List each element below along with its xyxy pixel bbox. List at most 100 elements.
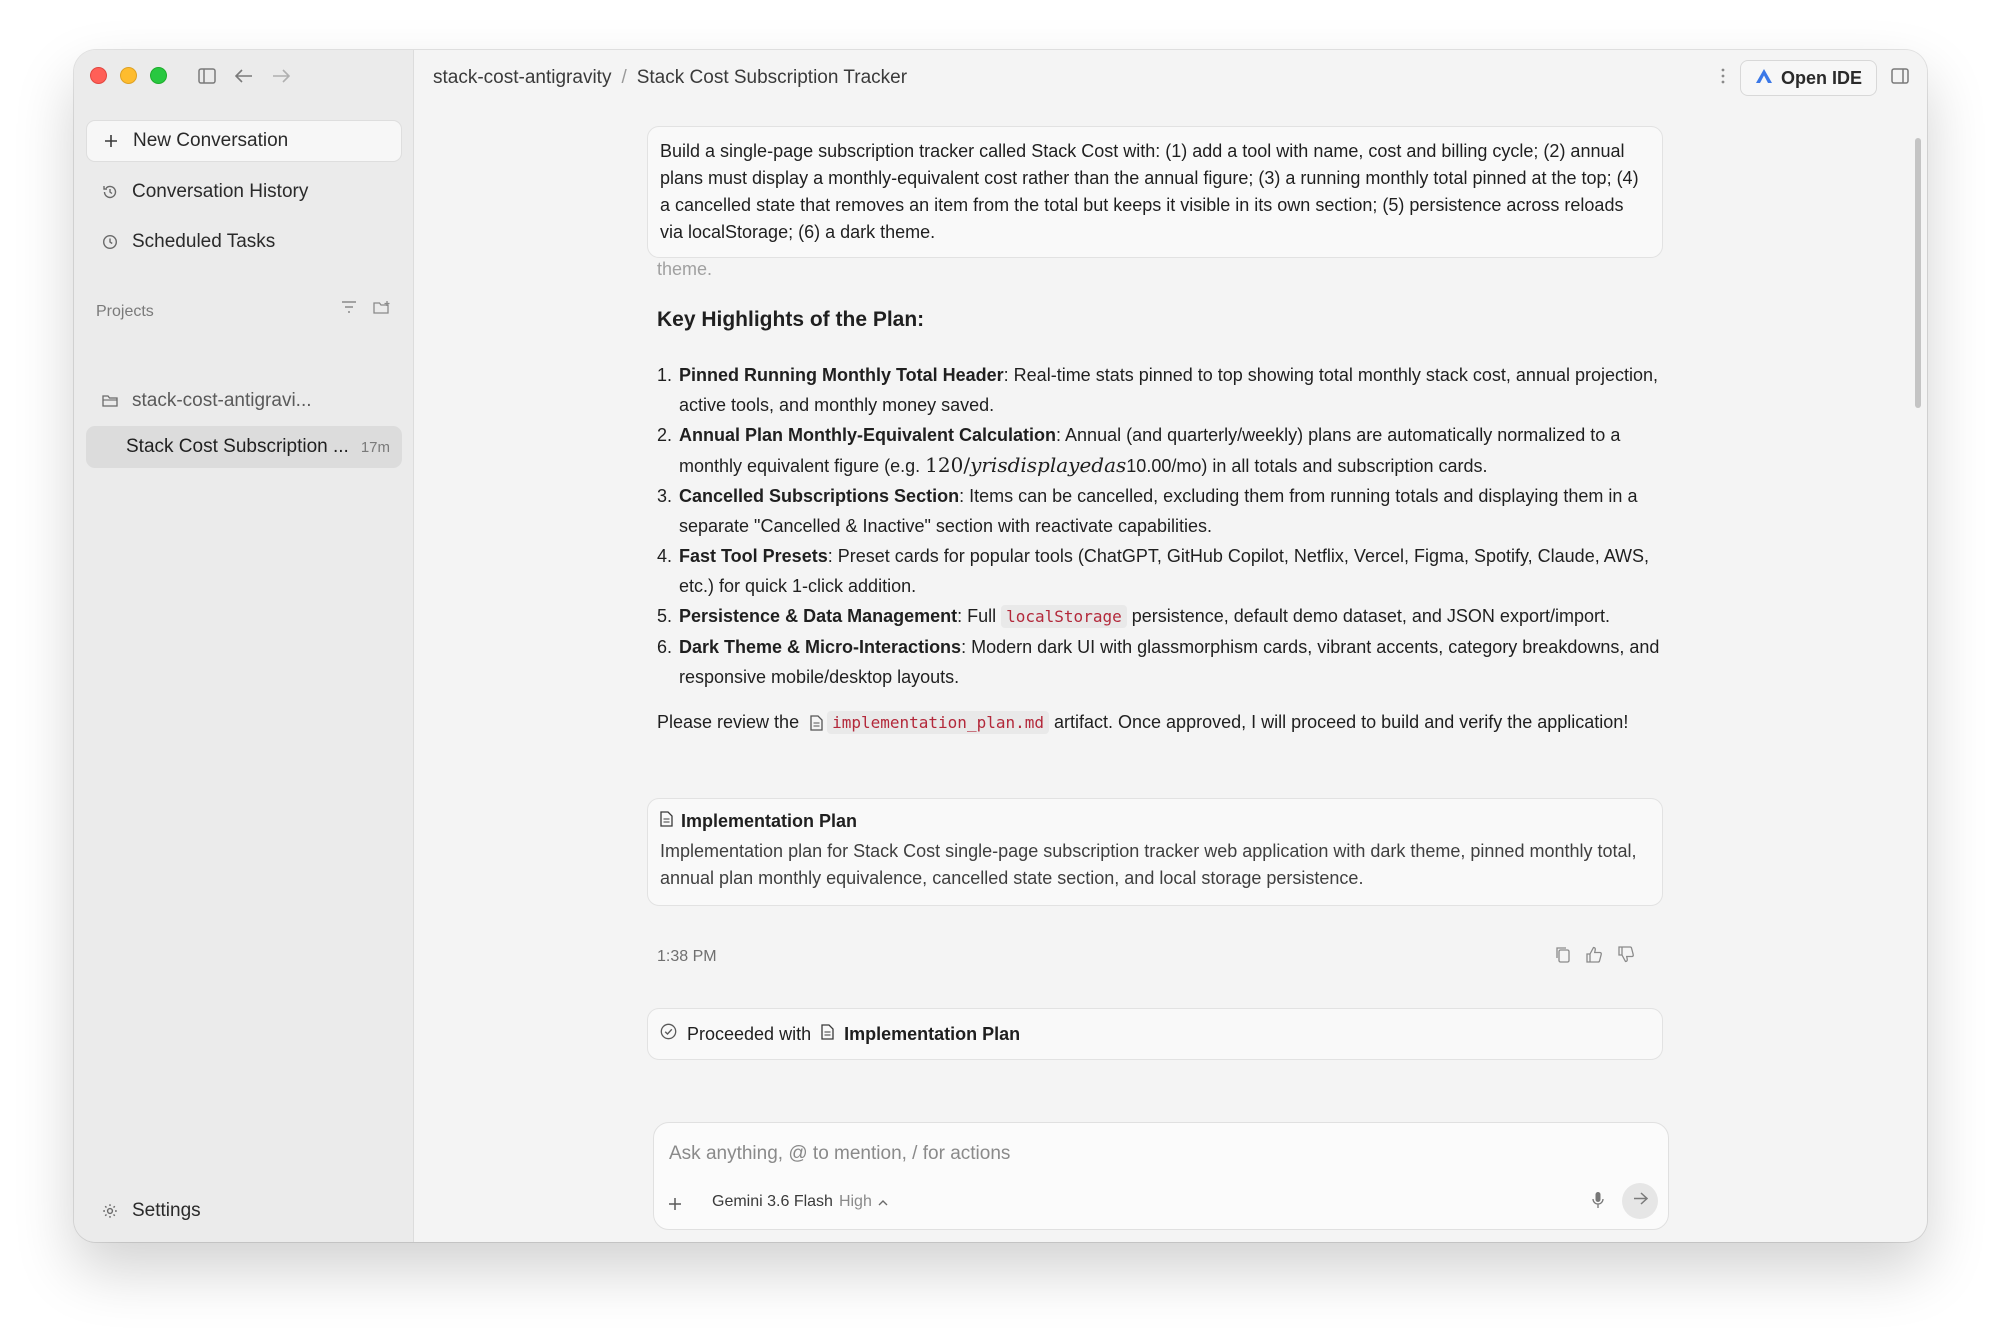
list-item: 6. Dark Theme & Micro-Interactions: Mode… [657,632,1663,692]
breadcrumb-separator: / [621,67,627,88]
review-text: Please review the [657,712,805,732]
list-item-title: Cancelled Subscriptions Section [679,486,960,506]
math-inline: 120/yrisdisplayedas [925,453,1127,477]
clock-icon [100,232,120,252]
artifact-card[interactable]: Implementation Plan Implementation plan … [647,798,1663,906]
open-ide-label: Open IDE [1780,67,1862,88]
app-window: New Conversation Conversation History Sc… [74,50,1927,1242]
proceeded-status: Proceeded with Implementation Plan [647,1008,1663,1060]
breadcrumb: stack-cost-antigravity / Stack Cost Subs… [433,67,907,89]
history-icon [100,182,120,202]
new-folder-icon[interactable] [373,300,391,320]
model-level: High [838,1193,872,1210]
sidebar-item-label: Conversation History [132,181,309,202]
open-ide-button[interactable]: Open IDE [1739,60,1877,96]
conversation-title: Stack Cost Subscription ... [126,436,349,457]
conversation-age: 17m [360,438,390,456]
scrollbar-thumb[interactable] [1915,138,1921,408]
settings-label: Settings [132,1200,201,1221]
user-message: Build a single-page subscription tracker… [647,126,1663,258]
minimize-window-button[interactable] [120,67,137,84]
send-button[interactable] [1622,1183,1658,1219]
list-item-title: Annual Plan Monthly-Equivalent Calculati… [679,425,1057,445]
list-number: 3. [657,486,673,506]
list-item: 4. Fast Tool Presets: Preset cards for p… [657,541,1663,601]
list-item-text: : Full [957,606,1002,626]
list-item: 2. Annual Plan Monthly-Equivalent Calcul… [657,420,1663,481]
artifact-description: Implementation plan for Stack Cost singl… [660,841,1637,888]
sidebar-toggle-icon[interactable] [195,64,219,88]
project-folder-item[interactable]: stack-cost-antigravi... [86,380,402,422]
breadcrumb-project[interactable]: stack-cost-antigravity [433,67,611,89]
list-item: 5. Persistence & Data Management: Full l… [657,601,1663,632]
gear-icon [100,1201,120,1221]
response-heading: Key Highlights of the Plan: [657,308,925,331]
add-attachment-icon[interactable] [668,1191,682,1217]
list-item-title: Pinned Running Monthly Total Header [679,365,1004,385]
forward-arrow-icon[interactable] [269,64,293,88]
highlights-list: 1. Pinned Running Monthly Total Header : … [657,360,1663,692]
more-options-icon[interactable] [1720,67,1726,90]
ide-logo-icon [1755,68,1773,89]
document-icon [660,811,673,832]
review-paragraph: Please review the implementation_plan.md… [657,706,1663,741]
settings-button[interactable]: Settings [86,1190,402,1232]
message-composer: Gemini 3.6 Flash High [653,1122,1669,1230]
sidebar: New Conversation Conversation History Sc… [74,50,414,1242]
close-window-button[interactable] [90,67,107,84]
breadcrumb-title: Stack Cost Subscription Tracker [636,67,908,88]
plus-icon [101,131,121,151]
conversation-item-active[interactable]: Stack Cost Subscription ... 17m [86,426,402,468]
clipped-text: theme. [657,259,713,279]
sidebar-item-conversation-history[interactable]: Conversation History [86,171,402,213]
list-item-text: persistence, default demo dataset, and J… [1126,606,1610,626]
folder-icon [100,391,120,411]
list-number: 2. [657,425,673,445]
list-item: 1. Pinned Running Monthly Total Header: … [657,360,1663,420]
check-circle-icon [660,1023,677,1045]
project-folder-label: stack-cost-antigravi... [132,390,312,411]
inline-code: localStorage [1001,605,1127,628]
sidebar-item-label: Scheduled Tasks [132,231,276,252]
projects-actions [341,300,391,320]
list-item-title: Dark Theme & Micro-Interactions [679,637,962,657]
chat-input[interactable] [669,1141,1569,1167]
proceeded-target[interactable]: Implementation Plan [844,1024,1020,1045]
list-number: 4. [657,546,673,566]
list-item-text: 10.00/mo) in all totals and subscription… [1126,456,1488,476]
artifact-title: Implementation Plan [681,811,858,831]
document-icon [821,1023,834,1045]
model-selector[interactable]: Gemini 3.6 Flash High [712,1193,888,1211]
new-conversation-button[interactable]: New Conversation [86,120,402,162]
back-arrow-icon[interactable] [232,64,256,88]
file-icon [810,709,823,741]
list-item-title: Persistence & Data Management [679,606,958,626]
window-controls [90,67,167,84]
assistant-response: Key Highlights of the Plan: 1. Pinned Ru… [657,308,1663,741]
message-timestamp: 1:38 PM [657,948,717,965]
artifact-header: Implementation Plan [660,811,1650,832]
review-text: artifact. Once approved, I will proceed … [1049,712,1629,732]
list-number: 6. [657,637,673,657]
main-panel: stack-cost-antigravity / Stack Cost Subs… [415,50,1927,1242]
copy-icon[interactable] [1555,946,1571,968]
list-item-title: Fast Tool Presets [679,546,828,566]
microphone-icon[interactable] [1592,1191,1604,1214]
new-conversation-label: New Conversation [133,130,289,151]
panel-toggle-icon[interactable] [1891,67,1909,89]
filter-icon[interactable] [341,300,357,320]
proceeded-label: Proceeded with [687,1023,812,1044]
zoom-window-button[interactable] [150,67,167,84]
thumbs-down-icon[interactable] [1617,946,1635,968]
list-number: 5. [657,606,673,626]
arrow-right-icon [1633,1192,1648,1210]
header-actions: Open IDE [1720,60,1909,96]
chevron-up-icon [878,1193,888,1211]
list-number: 1. [657,365,673,385]
math-text: yrisdisplayedas [970,453,1127,477]
thumbs-up-icon[interactable] [1585,946,1603,968]
sidebar-item-scheduled-tasks[interactable]: Scheduled Tasks [86,221,402,263]
model-name: Gemini 3.6 Flash [712,1193,833,1210]
file-link[interactable]: implementation_plan.md [827,711,1049,734]
message-actions [1555,946,1635,968]
